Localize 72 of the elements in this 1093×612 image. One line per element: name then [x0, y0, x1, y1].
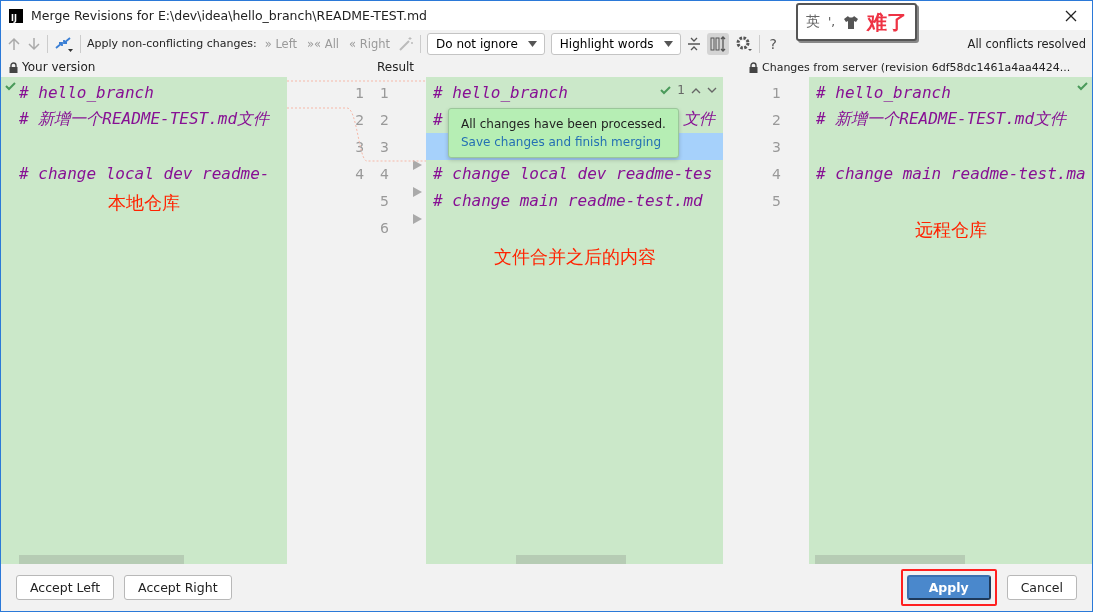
line-number: 5	[380, 192, 389, 209]
code-line: # 新增一个README-TEST.md文件	[19, 109, 270, 130]
line-number: 4	[355, 164, 365, 184]
status-text: All conflicts resolved	[967, 36, 1086, 51]
line-number: 6	[380, 219, 389, 236]
code-line: # 新增一个README-TEST.md文件	[816, 109, 1067, 130]
apply-label: Apply non-conflicting changes:	[87, 37, 257, 50]
pane-title: Changes from server (revision 6df58dc1461a4aa4424...	[762, 60, 1071, 74]
window-title: Merge Revisions for E:\dev\idea\hello_branch\README-TEST.md	[31, 8, 428, 23]
line-number: 4	[380, 165, 389, 182]
pane-title: Result	[377, 60, 415, 74]
code-line: # change main readme-test.ma	[816, 164, 1086, 183]
dropdown[interactable]: Do not ignore	[427, 32, 545, 55]
dialog-button[interactable]: Cancel	[1006, 575, 1077, 600]
punctuation-mode-text: ',	[828, 15, 836, 29]
app-logo: IJ	[9, 8, 23, 23]
collapse-icon[interactable]	[686, 35, 701, 52]
pane-title: Your version	[22, 60, 96, 74]
scrollbar[interactable]	[815, 555, 965, 564]
line-number: 3	[355, 137, 365, 157]
dialog-button[interactable]: Accept Right	[124, 575, 232, 600]
code-line: # hello_branch	[433, 83, 568, 102]
code-line: #	[433, 110, 443, 129]
apply-button[interactable]: Apply	[906, 575, 991, 600]
line-number: 1	[772, 83, 781, 103]
settings-icon[interactable]	[734, 34, 753, 53]
check-icon	[1077, 82, 1088, 91]
line-number: 2	[380, 111, 389, 128]
code-line: # change local dev readme-	[19, 164, 270, 183]
line-number: 1	[380, 84, 389, 101]
line-number: 1	[355, 83, 365, 103]
code-line: # hello_branch	[816, 83, 951, 102]
help-button[interactable]: ?	[765, 35, 782, 52]
line-number: 2	[772, 110, 781, 130]
code-line: # change local dev readme-tes	[433, 164, 713, 183]
caret-icon	[527, 40, 537, 47]
annotation-text: 文件合并之后的内容	[492, 245, 657, 269]
apply-arrow-icon[interactable]	[413, 160, 422, 170]
code-line: 文件	[683, 109, 715, 130]
line-number: 3	[772, 137, 781, 157]
ime-toolbar[interactable]: 英 ', 难了	[796, 3, 918, 41]
resolve-icon[interactable]	[54, 34, 74, 53]
check-icon	[5, 82, 16, 91]
caret-icon	[663, 40, 673, 47]
code-line: # hello_branch	[19, 83, 154, 102]
input-mode-text: 英	[806, 13, 820, 31]
magic-wand-icon[interactable]	[398, 35, 414, 52]
apply-arrow-icon[interactable]	[413, 187, 422, 197]
next-icon[interactable]	[707, 86, 717, 94]
annotation-text: 远程仓库	[913, 218, 988, 242]
sticker-text: 难了	[867, 12, 908, 32]
resolved-count: 1	[677, 83, 685, 97]
line-number: 2	[355, 110, 365, 130]
previous-icon[interactable]	[691, 86, 701, 94]
popup-message: All changes have been processed.	[461, 116, 666, 133]
scrollbar[interactable]	[516, 555, 626, 564]
close-icon[interactable]	[1064, 8, 1078, 23]
line-number: 5	[772, 191, 781, 211]
check-icon	[660, 85, 672, 95]
annotation-text: 本地仓库	[107, 191, 181, 215]
scrollbar[interactable]	[19, 555, 184, 564]
shirt-icon	[843, 15, 860, 29]
arrow-down-icon[interactable]	[27, 36, 41, 51]
dialog-button[interactable]: Accept Left	[16, 575, 115, 600]
apply-arrow-icon[interactable]	[413, 214, 422, 224]
code-line: # change main readme-test.md	[433, 191, 703, 210]
line-number: 3	[380, 138, 389, 155]
sync-scroll-toggle[interactable]	[706, 32, 729, 55]
finish-merge-link[interactable]: Save changes and finish merging	[461, 133, 666, 151]
arrow-up-icon[interactable]	[7, 36, 21, 51]
dropdown[interactable]: Highlight words	[550, 32, 681, 55]
line-number: 4	[772, 164, 781, 184]
